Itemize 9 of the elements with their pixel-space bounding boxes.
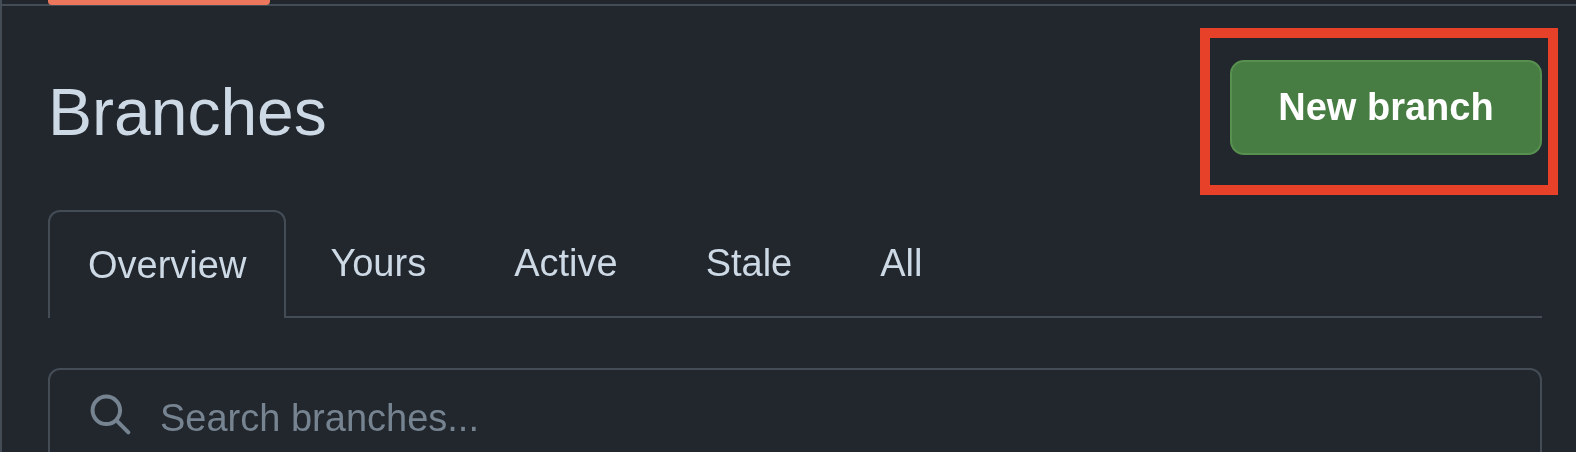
tab[interactable]: All xyxy=(836,210,967,316)
search-field[interactable]: Search branches... xyxy=(48,368,1542,452)
tab[interactable]: Yours xyxy=(286,210,471,316)
tab[interactable]: Stale xyxy=(661,210,837,316)
new-branch-button[interactable]: New branch xyxy=(1230,60,1542,155)
tab[interactable]: Active xyxy=(470,210,662,316)
search-icon xyxy=(88,392,132,436)
tab[interactable]: Overview xyxy=(48,210,287,318)
page-title: Branches xyxy=(48,78,327,145)
